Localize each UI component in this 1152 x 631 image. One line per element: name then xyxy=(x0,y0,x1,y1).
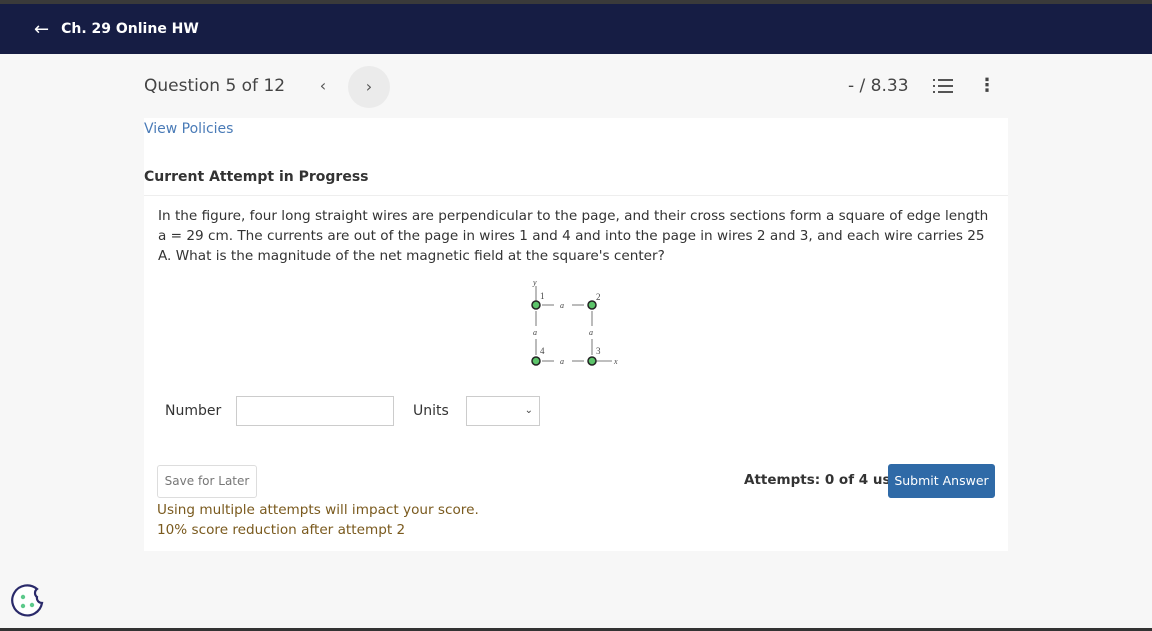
svg-text:a: a xyxy=(560,301,564,310)
number-label: Number xyxy=(165,403,222,419)
wire-1-label: 1 xyxy=(540,291,545,301)
question-text: In the figure, four long straight wires … xyxy=(158,208,989,264)
question-bar: Question 5 of 12 ‹ › - / 8.33 ⋮ xyxy=(0,54,1152,118)
wire-square-figure: y x a a a a 1 2 3 4 xyxy=(531,278,618,366)
svg-text:a: a xyxy=(533,328,537,337)
question-card: View Policies Current Attempt in Progres… xyxy=(144,118,1008,551)
attempts-counter: Attempts: 0 of 4 used xyxy=(744,472,910,488)
save-for-later-button[interactable]: Save for Later xyxy=(157,465,257,498)
arrow-left-icon[interactable]: ← xyxy=(34,19,49,40)
wire-4-label: 4 xyxy=(540,346,545,356)
wire-4 xyxy=(531,356,541,366)
wire-2-label: 2 xyxy=(596,292,601,302)
attempt-warning: Using multiple attempts will impact your… xyxy=(157,500,479,540)
question-counter: Question 5 of 12 xyxy=(144,76,286,96)
next-question-button[interactable]: › xyxy=(348,66,390,108)
x-axis-label: x xyxy=(613,357,618,366)
wire-3 xyxy=(587,356,597,366)
units-label: Units xyxy=(413,403,449,419)
submit-answer-button[interactable]: Submit Answer xyxy=(888,464,995,498)
warning-line-1: Using multiple attempts will impact your… xyxy=(157,502,479,518)
warning-line-2: 10% score reduction after attempt 2 xyxy=(157,522,406,538)
top-nav: ← Ch. 29 Online HW xyxy=(0,4,1152,54)
score: - / 8.33 xyxy=(848,76,909,96)
more-options-icon[interactable]: ⋮ xyxy=(978,74,996,98)
number-input[interactable] xyxy=(236,396,394,426)
previous-question-button[interactable]: ‹ xyxy=(312,74,334,98)
chevron-down-icon: ⌄ xyxy=(524,405,533,416)
attempt-heading: Current Attempt in Progress xyxy=(144,169,369,185)
wire-1 xyxy=(531,300,541,310)
divider xyxy=(144,195,1008,196)
y-axis-label: y xyxy=(532,278,537,287)
wire-2 xyxy=(587,300,597,310)
assignment-title: Ch. 29 Online HW xyxy=(61,21,199,37)
view-policies-link[interactable]: View Policies xyxy=(144,121,233,137)
cookie-icon[interactable] xyxy=(10,583,46,619)
units-select[interactable]: ⌄ xyxy=(466,396,540,426)
wire-3-label: 3 xyxy=(596,346,601,356)
svg-text:a: a xyxy=(589,328,593,337)
svg-text:a: a xyxy=(560,357,564,366)
numbered-list-icon[interactable] xyxy=(932,78,954,94)
